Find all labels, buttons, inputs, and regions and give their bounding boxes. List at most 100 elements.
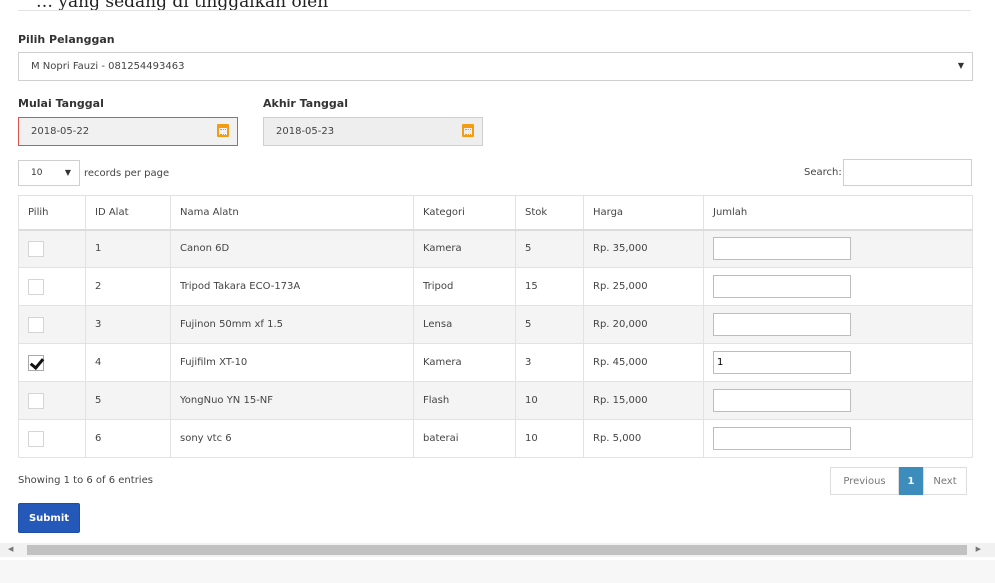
price-cell: Rp. 35,000 bbox=[583, 229, 704, 268]
table-header-row: Pilih ID Alat Nama Alatn Kategori Stok H… bbox=[18, 195, 973, 231]
table-row: 4 Fujifilm XT-10 Kamera 3 Rp. 45,000 bbox=[18, 343, 973, 382]
id-cell: 6 bbox=[85, 419, 171, 458]
price-cell: Rp. 15,000 bbox=[583, 381, 704, 420]
id-cell: 5 bbox=[85, 381, 171, 420]
quantity-cell bbox=[703, 381, 973, 420]
price-cell: Rp. 25,000 bbox=[583, 267, 704, 306]
row-checkbox[interactable] bbox=[28, 354, 44, 371]
page-1-button[interactable]: 1 bbox=[899, 467, 923, 495]
id-cell: 4 bbox=[85, 343, 171, 382]
category-cell: Flash bbox=[413, 381, 516, 420]
id-cell: 3 bbox=[85, 305, 171, 344]
name-cell: Canon 6D bbox=[170, 229, 414, 268]
next-page-button[interactable]: Next bbox=[923, 467, 967, 495]
quantity-cell bbox=[703, 343, 973, 382]
divider bbox=[18, 10, 971, 11]
name-cell: YongNuo YN 15-NF bbox=[170, 381, 414, 420]
id-cell: 2 bbox=[85, 267, 171, 306]
previous-page-button[interactable]: Previous bbox=[830, 467, 899, 495]
form-panel: … yang sedang di tinggalkan oleh Pilih P… bbox=[0, 0, 995, 560]
category-cell: Kamera bbox=[413, 343, 516, 382]
quantity-input[interactable] bbox=[713, 275, 851, 298]
row-checkbox[interactable] bbox=[28, 392, 44, 409]
page-length-control: 10 ▼ records per page bbox=[18, 160, 169, 186]
select-cell bbox=[18, 267, 86, 306]
column-header-jumlah[interactable]: Jumlah bbox=[703, 195, 973, 231]
id-cell: 1 bbox=[85, 229, 171, 268]
start-date-input[interactable]: 2018-05-22 bbox=[18, 117, 238, 146]
table-info: Showing 1 to 6 of 6 entries bbox=[18, 475, 153, 486]
customer-label: Pilih Pelanggan bbox=[18, 33, 115, 46]
table-row: 1 Canon 6D Kamera 5 Rp. 35,000 bbox=[18, 229, 973, 268]
calendar-icon[interactable] bbox=[462, 124, 474, 137]
table-row: 5 YongNuo YN 15-NF Flash 10 Rp. 15,000 bbox=[18, 381, 973, 420]
price-cell: Rp. 45,000 bbox=[583, 343, 704, 382]
customer-select[interactable]: M Nopri Fauzi - 081254493463 ▼ bbox=[18, 52, 973, 81]
end-date-input[interactable]: 2018-05-23 bbox=[263, 117, 483, 146]
row-checkbox[interactable] bbox=[28, 430, 44, 447]
category-cell: Kamera bbox=[413, 229, 516, 268]
category-cell: Lensa bbox=[413, 305, 516, 344]
category-cell: Tripod bbox=[413, 267, 516, 306]
column-header-harga[interactable]: Harga bbox=[583, 195, 704, 231]
select-cell bbox=[18, 343, 86, 382]
quantity-input[interactable] bbox=[713, 389, 851, 412]
scrollbar-thumb[interactable] bbox=[27, 545, 967, 555]
search-label: Search: bbox=[804, 167, 842, 178]
select-cell bbox=[18, 419, 86, 458]
stock-cell: 5 bbox=[515, 229, 584, 268]
submit-button[interactable]: Submit bbox=[18, 503, 80, 533]
caret-down-icon: ▼ bbox=[957, 61, 964, 70]
column-header-stok[interactable]: Stok bbox=[515, 195, 584, 231]
quantity-cell bbox=[703, 229, 973, 268]
customer-select-value: M Nopri Fauzi - 081254493463 bbox=[31, 61, 185, 72]
column-header-pilih[interactable]: Pilih bbox=[18, 195, 86, 231]
page-length-value: 10 bbox=[31, 168, 43, 178]
name-cell: sony vtc 6 bbox=[170, 419, 414, 458]
row-checkbox[interactable] bbox=[28, 316, 44, 333]
category-cell: baterai bbox=[413, 419, 516, 458]
name-cell: Fujifilm XT-10 bbox=[170, 343, 414, 382]
table-row: 2 Tripod Takara ECO-173A Tripod 15 Rp. 2… bbox=[18, 267, 973, 306]
scroll-left-icon[interactable]: ◀ bbox=[8, 545, 13, 553]
price-cell: Rp. 5,000 bbox=[583, 419, 704, 458]
stock-cell: 3 bbox=[515, 343, 584, 382]
start-date-label: Mulai Tanggal bbox=[18, 97, 104, 110]
quantity-cell bbox=[703, 419, 973, 458]
name-cell: Tripod Takara ECO-173A bbox=[170, 267, 414, 306]
stock-cell: 5 bbox=[515, 305, 584, 344]
page-length-label: records per page bbox=[84, 167, 170, 179]
stock-cell: 15 bbox=[515, 267, 584, 306]
row-checkbox[interactable] bbox=[28, 278, 44, 295]
table-row: 3 Fujinon 50mm xf 1.5 Lensa 5 Rp. 20,000 bbox=[18, 305, 973, 344]
page-length-select[interactable]: 10 ▼ bbox=[18, 160, 80, 186]
column-header-id-alat[interactable]: ID Alat bbox=[85, 195, 171, 231]
name-cell: Fujinon 50mm xf 1.5 bbox=[170, 305, 414, 344]
quantity-input[interactable] bbox=[713, 351, 851, 374]
equipment-table: Pilih ID Alat Nama Alatn Kategori Stok H… bbox=[18, 195, 973, 458]
stock-cell: 10 bbox=[515, 419, 584, 458]
price-cell: Rp. 20,000 bbox=[583, 305, 704, 344]
end-date-label: Akhir Tanggal bbox=[263, 97, 348, 110]
caret-down-icon: ▼ bbox=[64, 168, 71, 177]
stock-cell: 10 bbox=[515, 381, 584, 420]
row-checkbox[interactable] bbox=[28, 240, 44, 257]
select-cell bbox=[18, 229, 86, 268]
table-row: 6 sony vtc 6 baterai 10 Rp. 5,000 bbox=[18, 419, 973, 458]
select-cell bbox=[18, 305, 86, 344]
pagination: Previous 1 Next bbox=[830, 467, 967, 495]
scroll-right-icon[interactable]: ▶ bbox=[976, 545, 981, 553]
select-cell bbox=[18, 381, 86, 420]
quantity-cell bbox=[703, 305, 973, 344]
column-header-kategori[interactable]: Kategori bbox=[413, 195, 516, 231]
horizontal-scrollbar[interactable]: ◀ ▶ bbox=[0, 543, 995, 557]
quantity-input[interactable] bbox=[713, 427, 851, 450]
end-date-value: 2018-05-23 bbox=[276, 126, 335, 137]
calendar-icon[interactable] bbox=[217, 124, 229, 137]
column-header-nama-alatn[interactable]: Nama Alatn bbox=[170, 195, 414, 231]
quantity-input[interactable] bbox=[713, 313, 851, 336]
quantity-cell bbox=[703, 267, 973, 306]
start-date-value: 2018-05-22 bbox=[31, 126, 90, 137]
search-input[interactable] bbox=[843, 159, 972, 186]
quantity-input[interactable] bbox=[713, 237, 851, 261]
